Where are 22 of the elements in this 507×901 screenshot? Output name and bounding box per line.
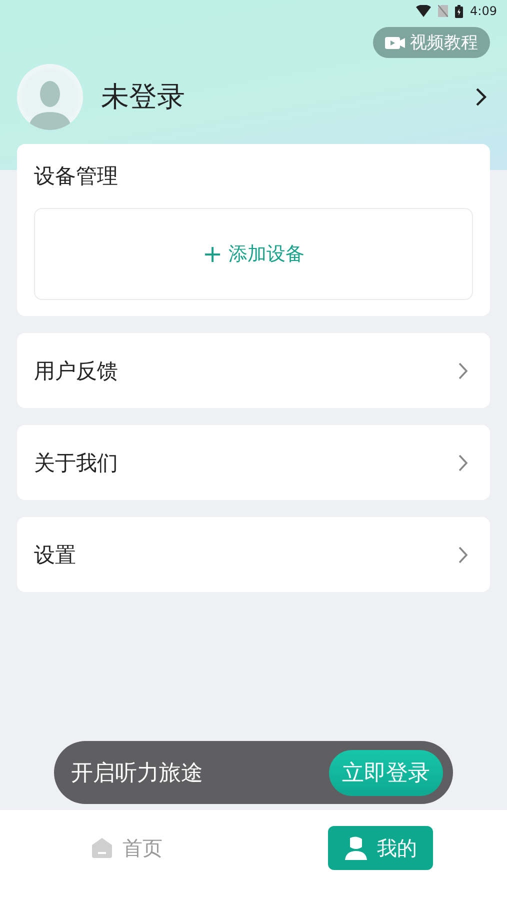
- nav-tab[interactable]: 我的: [328, 826, 433, 870]
- video-tutorial-button[interactable]: 视频教程: [373, 27, 490, 58]
- chevron-right-icon: [458, 454, 468, 472]
- menu-item[interactable]: 关于我们: [17, 425, 490, 500]
- chevron-right-icon: [458, 546, 468, 564]
- nav-tab[interactable]: 首页: [75, 826, 178, 870]
- menu-item[interactable]: 设置: [17, 517, 490, 592]
- video-camera-icon: [385, 36, 405, 50]
- menu-item[interactable]: 用户反馈: [17, 333, 490, 408]
- no-sim-icon: [438, 5, 448, 17]
- add-device-button[interactable]: + 添加设备: [34, 208, 473, 300]
- chevron-right-icon[interactable]: [475, 87, 487, 107]
- login-status[interactable]: 未登录: [101, 78, 475, 116]
- battery-icon: [455, 4, 464, 18]
- wifi-icon: [416, 5, 432, 17]
- banner-text: 开启听力旅途: [71, 760, 203, 788]
- person-icon: [344, 836, 368, 860]
- status-time: 4:09: [470, 4, 497, 18]
- login-button[interactable]: 立即登录: [329, 750, 443, 796]
- card-title: 设备管理: [34, 163, 119, 190]
- home-icon: [91, 837, 114, 859]
- chevron-right-icon: [458, 362, 468, 380]
